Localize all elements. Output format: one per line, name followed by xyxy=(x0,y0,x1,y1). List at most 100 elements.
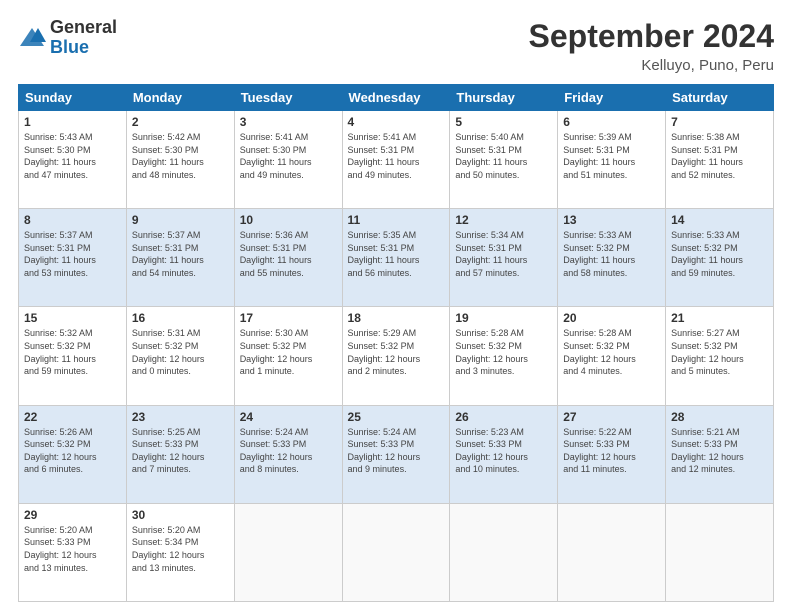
header-wednesday: Wednesday xyxy=(342,85,450,111)
day-info-5: Sunrise: 5:40 AM Sunset: 5:31 PM Dayligh… xyxy=(455,132,527,180)
day-number-21: 21 xyxy=(671,311,768,325)
header-tuesday: Tuesday xyxy=(234,85,342,111)
day-number-25: 25 xyxy=(348,410,445,424)
day-info-10: Sunrise: 5:36 AM Sunset: 5:31 PM Dayligh… xyxy=(240,230,312,278)
day-info-3: Sunrise: 5:41 AM Sunset: 5:30 PM Dayligh… xyxy=(240,132,312,180)
header-sunday: Sunday xyxy=(19,85,127,111)
empty-cell-2 xyxy=(342,503,450,601)
day-number-19: 19 xyxy=(455,311,552,325)
day-info-29: Sunrise: 5:20 AM Sunset: 5:33 PM Dayligh… xyxy=(24,525,97,573)
day-number-12: 12 xyxy=(455,213,552,227)
day-number-11: 11 xyxy=(348,213,445,227)
day-info-23: Sunrise: 5:25 AM Sunset: 5:33 PM Dayligh… xyxy=(132,427,205,475)
day-number-6: 6 xyxy=(563,115,660,129)
day-number-28: 28 xyxy=(671,410,768,424)
day-cell-2: 2 Sunrise: 5:42 AM Sunset: 5:30 PM Daylig… xyxy=(126,111,234,209)
day-number-24: 24 xyxy=(240,410,337,424)
logo-blue-text: Blue xyxy=(50,38,117,58)
day-number-5: 5 xyxy=(455,115,552,129)
day-number-9: 9 xyxy=(132,213,229,227)
day-cell-16: 16Sunrise: 5:31 AM Sunset: 5:32 PM Dayli… xyxy=(126,307,234,405)
week-row-5: 29 Sunrise: 5:20 AM Sunset: 5:33 PM Dayli… xyxy=(19,503,774,601)
day-info-25: Sunrise: 5:24 AM Sunset: 5:33 PM Dayligh… xyxy=(348,427,421,475)
day-info-8: Sunrise: 5:37 AM Sunset: 5:31 PM Dayligh… xyxy=(24,230,96,278)
day-number-29: 29 xyxy=(24,508,121,522)
day-info-11: Sunrise: 5:35 AM Sunset: 5:31 PM Dayligh… xyxy=(348,230,420,278)
day-info-16: Sunrise: 5:31 AM Sunset: 5:32 PM Dayligh… xyxy=(132,328,205,376)
day-number-1: 1 xyxy=(24,115,121,129)
day-cell-7: 7 Sunrise: 5:38 AM Sunset: 5:31 PM Daylig… xyxy=(666,111,774,209)
day-number-8: 8 xyxy=(24,213,121,227)
day-number-7: 7 xyxy=(671,115,768,129)
empty-cell-1 xyxy=(234,503,342,601)
empty-cell-3 xyxy=(450,503,558,601)
day-number-13: 13 xyxy=(563,213,660,227)
day-cell-17: 17 Sunrise: 5:30 AM Sunset: 5:32 PM Dayli… xyxy=(234,307,342,405)
day-info-12: Sunrise: 5:34 AM Sunset: 5:31 PM Dayligh… xyxy=(455,230,527,278)
day-cell-18: 18Sunrise: 5:29 AM Sunset: 5:32 PM Dayli… xyxy=(342,307,450,405)
day-number-3: 3 xyxy=(240,115,337,129)
day-cell-9: 9Sunrise: 5:37 AM Sunset: 5:31 PM Daylig… xyxy=(126,209,234,307)
day-cell-25: 25 Sunrise: 5:24 AM Sunset: 5:33 PM Dayli… xyxy=(342,405,450,503)
day-cell-24: 24 Sunrise: 5:24 AM Sunset: 5:33 PM Dayli… xyxy=(234,405,342,503)
day-number-23: 23 xyxy=(132,410,229,424)
day-cell-20: 20Sunrise: 5:28 AM Sunset: 5:32 PM Dayli… xyxy=(558,307,666,405)
day-cell-10: 10 Sunrise: 5:36 AM Sunset: 5:31 PM Dayli… xyxy=(234,209,342,307)
day-cell-23: 23 Sunrise: 5:25 AM Sunset: 5:33 PM Dayli… xyxy=(126,405,234,503)
day-info-28: Sunrise: 5:21 AM Sunset: 5:33 PM Dayligh… xyxy=(671,427,744,475)
week-row-1: 1 Sunrise: 5:43 AM Sunset: 5:30 PM Daylig… xyxy=(19,111,774,209)
day-cell-26: 26Sunrise: 5:23 AM Sunset: 5:33 PM Dayli… xyxy=(450,405,558,503)
day-number-27: 27 xyxy=(563,410,660,424)
day-cell-14: 14 Sunrise: 5:33 AM Sunset: 5:32 PM Dayli… xyxy=(666,209,774,307)
day-cell-19: 19 Sunrise: 5:28 AM Sunset: 5:32 PM Dayli… xyxy=(450,307,558,405)
day-number-2: 2 xyxy=(132,115,229,129)
week-row-3: 15 Sunrise: 5:32 AM Sunset: 5:32 PM Dayli… xyxy=(19,307,774,405)
day-info-22: Sunrise: 5:26 AM Sunset: 5:32 PM Dayligh… xyxy=(24,427,97,475)
header-friday: Friday xyxy=(558,85,666,111)
title-block: September 2024 Kelluyo, Puno, Peru xyxy=(529,18,774,74)
day-info-2: Sunrise: 5:42 AM Sunset: 5:30 PM Dayligh… xyxy=(132,132,204,180)
day-info-19: Sunrise: 5:28 AM Sunset: 5:32 PM Dayligh… xyxy=(455,328,528,376)
day-cell-30: 30Sunrise: 5:20 AM Sunset: 5:34 PM Dayli… xyxy=(126,503,234,601)
day-info-24: Sunrise: 5:24 AM Sunset: 5:33 PM Dayligh… xyxy=(240,427,313,475)
day-number-14: 14 xyxy=(671,213,768,227)
day-info-13: Sunrise: 5:33 AM Sunset: 5:32 PM Dayligh… xyxy=(563,230,635,278)
logo: General Blue xyxy=(18,18,117,58)
day-cell-3: 3 Sunrise: 5:41 AM Sunset: 5:30 PM Daylig… xyxy=(234,111,342,209)
empty-cell-4 xyxy=(558,503,666,601)
day-number-18: 18 xyxy=(348,311,445,325)
day-info-14: Sunrise: 5:33 AM Sunset: 5:32 PM Dayligh… xyxy=(671,230,743,278)
day-cell-21: 21 Sunrise: 5:27 AM Sunset: 5:32 PM Dayli… xyxy=(666,307,774,405)
day-info-15: Sunrise: 5:32 AM Sunset: 5:32 PM Dayligh… xyxy=(24,328,96,376)
day-info-26: Sunrise: 5:23 AM Sunset: 5:33 PM Dayligh… xyxy=(455,427,528,475)
header-thursday: Thursday xyxy=(450,85,558,111)
day-info-1: Sunrise: 5:43 AM Sunset: 5:30 PM Dayligh… xyxy=(24,132,96,180)
day-info-20: Sunrise: 5:28 AM Sunset: 5:32 PM Dayligh… xyxy=(563,328,636,376)
day-info-7: Sunrise: 5:38 AM Sunset: 5:31 PM Dayligh… xyxy=(671,132,743,180)
day-cell-29: 29 Sunrise: 5:20 AM Sunset: 5:33 PM Dayli… xyxy=(19,503,127,601)
week-row-4: 22 Sunrise: 5:26 AM Sunset: 5:32 PM Dayli… xyxy=(19,405,774,503)
header-saturday: Saturday xyxy=(666,85,774,111)
day-cell-15: 15 Sunrise: 5:32 AM Sunset: 5:32 PM Dayli… xyxy=(19,307,127,405)
day-cell-8: 8 Sunrise: 5:37 AM Sunset: 5:31 PM Daylig… xyxy=(19,209,127,307)
week-row-2: 8 Sunrise: 5:37 AM Sunset: 5:31 PM Daylig… xyxy=(19,209,774,307)
day-number-10: 10 xyxy=(240,213,337,227)
day-number-15: 15 xyxy=(24,311,121,325)
logo-general-text: General xyxy=(50,18,117,38)
calendar: Sunday Monday Tuesday Wednesday Thursday… xyxy=(18,84,774,602)
day-info-4: Sunrise: 5:41 AM Sunset: 5:31 PM Dayligh… xyxy=(348,132,420,180)
day-info-27: Sunrise: 5:22 AM Sunset: 5:33 PM Dayligh… xyxy=(563,427,636,475)
day-number-4: 4 xyxy=(348,115,445,129)
header-monday: Monday xyxy=(126,85,234,111)
empty-cell-5 xyxy=(666,503,774,601)
day-cell-5: 5 Sunrise: 5:40 AM Sunset: 5:31 PM Daylig… xyxy=(450,111,558,209)
day-cell-6: 6Sunrise: 5:39 AM Sunset: 5:31 PM Daylig… xyxy=(558,111,666,209)
day-number-17: 17 xyxy=(240,311,337,325)
day-number-22: 22 xyxy=(24,410,121,424)
day-info-17: Sunrise: 5:30 AM Sunset: 5:32 PM Dayligh… xyxy=(240,328,313,376)
day-info-21: Sunrise: 5:27 AM Sunset: 5:32 PM Dayligh… xyxy=(671,328,744,376)
day-cell-27: 27 Sunrise: 5:22 AM Sunset: 5:33 PM Dayli… xyxy=(558,405,666,503)
day-number-30: 30 xyxy=(132,508,229,522)
day-cell-12: 12 Sunrise: 5:34 AM Sunset: 5:31 PM Dayli… xyxy=(450,209,558,307)
logo-icon xyxy=(18,24,46,52)
